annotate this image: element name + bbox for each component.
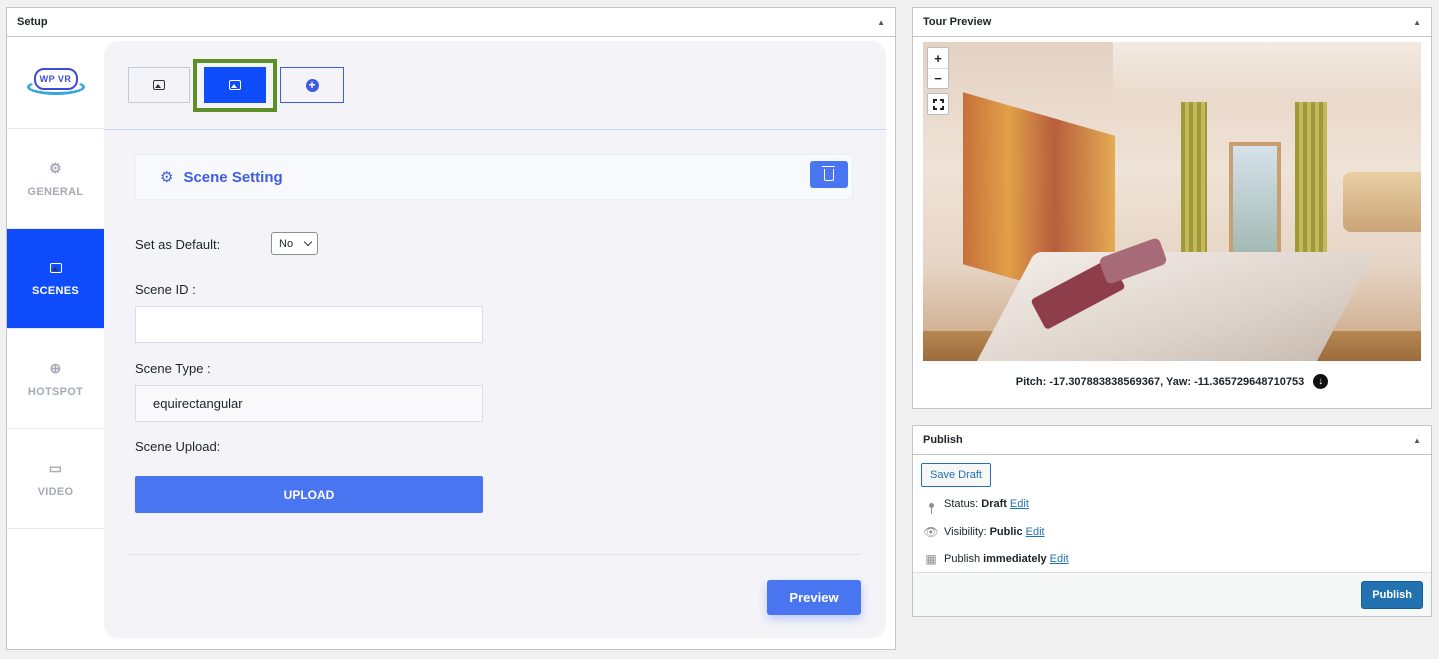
default-select[interactable]: No — [271, 232, 318, 255]
divider — [128, 554, 861, 555]
image-icon — [49, 260, 62, 276]
publish-label: Publish — [944, 553, 981, 565]
status-row: Status: Draft Edit — [923, 497, 1029, 514]
visibility-value: Public — [989, 526, 1023, 538]
publish-metabox: Publish ▲ Save Draft Status: Draft Edit … — [912, 425, 1432, 617]
scene-id-label: Scene ID : — [135, 282, 196, 297]
zoom-out-button[interactable]: − — [928, 68, 948, 88]
side-nav: WP VR ⚙ GENERAL SCENES ⊕ HOTSPOT ▭ VIDEO — [7, 37, 104, 649]
collapse-arrow-icon[interactable]: ▲ — [1413, 436, 1421, 445]
fullscreen-button[interactable] — [927, 93, 949, 115]
scene-type-label: Scene Type : — [135, 361, 211, 376]
scene-id-input[interactable] — [135, 306, 483, 343]
publish-button[interactable]: Publish — [1361, 581, 1423, 609]
default-select-value: No — [279, 237, 294, 250]
pitch-yaw-readout: Pitch: -17.307883838569367, Yaw: -11.365… — [913, 374, 1431, 389]
add-circle-icon: + — [305, 78, 319, 92]
add-scene-tab[interactable]: + — [280, 67, 344, 103]
visibility-row: 👁 Visibility: Public Edit — [923, 525, 1045, 539]
publish-footer: Publish — [913, 572, 1431, 616]
logo-cell: WP VR — [7, 37, 104, 129]
scene-upload-label: Scene Upload: — [135, 439, 221, 454]
nav-item-video[interactable]: ▭ VIDEO — [7, 429, 104, 529]
status-value: Draft — [981, 498, 1007, 510]
scene-setting-title: Scene Setting — [183, 168, 283, 186]
setup-metabox: Setup ▲ WP VR ⚙ GENERAL SCENES ⊕ HOTSPOT — [6, 7, 896, 650]
status-label: Status: — [944, 498, 979, 510]
delete-scene-button[interactable] — [810, 161, 848, 188]
preview-button[interactable]: Preview — [767, 580, 861, 615]
pin-icon — [923, 497, 939, 514]
nav-item-general[interactable]: ⚙ GENERAL — [7, 129, 104, 229]
edit-status-link[interactable]: Edit — [1010, 498, 1029, 510]
edit-schedule-link[interactable]: Edit — [1050, 553, 1069, 565]
fullscreen-icon — [931, 97, 945, 111]
nav-label-scenes: SCENES — [31, 285, 80, 297]
chevron-down-icon — [303, 237, 313, 247]
zoom-controls: + − — [927, 47, 949, 89]
collapse-arrow-icon[interactable]: ▲ — [877, 18, 885, 27]
video-icon: ▭ — [48, 459, 63, 476]
publish-value: immediately — [983, 553, 1047, 565]
crosshair-icon: ⊕ — [49, 359, 62, 376]
scene-tabs: + — [104, 41, 886, 130]
wpvr-logo: WP VR — [26, 67, 85, 98]
scene-tab-2[interactable] — [204, 67, 266, 103]
eye-icon: 👁 — [923, 525, 939, 539]
image-icon — [153, 80, 165, 90]
nav-item-hotspot[interactable]: ⊕ HOTSPOT — [7, 329, 104, 429]
publish-header: Publish ▲ — [913, 426, 1431, 455]
scenes-panel: + ⚙ Scene Setting Set as Default: No Sce… — [104, 41, 886, 638]
visibility-label: Visibility: — [944, 526, 987, 538]
publish-title: Publish — [923, 434, 963, 446]
gear-icon: ⚙ — [49, 159, 62, 176]
arrow-down-icon[interactable]: ↓ — [1313, 374, 1329, 389]
scene-tab-1[interactable] — [128, 67, 190, 103]
tour-preview-metabox: Tour Preview ▲ + − Pitch: -17.3078838385… — [912, 7, 1432, 409]
edit-visibility-link[interactable]: Edit — [1026, 526, 1045, 538]
nav-label-general: GENERAL — [27, 185, 84, 198]
save-draft-button[interactable]: Save Draft — [921, 463, 991, 487]
panorama-viewer[interactable]: + − — [923, 42, 1421, 361]
tour-preview-header: Tour Preview ▲ — [913, 8, 1431, 37]
zoom-in-button[interactable]: + — [928, 48, 948, 68]
calendar-icon: ▦ — [925, 552, 937, 566]
setup-title: Setup — [17, 16, 48, 28]
nav-label-hotspot: HOTSPOT — [27, 385, 84, 398]
upload-button[interactable]: UPLOAD — [135, 476, 483, 513]
scene-type-field: equirectangular — [135, 385, 483, 422]
default-label: Set as Default: — [135, 237, 221, 252]
scene-setting-header: ⚙ Scene Setting — [135, 154, 853, 200]
setup-header: Setup ▲ — [7, 8, 895, 37]
coords-text: Pitch: -17.307883838569367, Yaw: -11.365… — [1015, 375, 1305, 388]
trash-icon — [822, 165, 835, 181]
gear-icon: ⚙ — [160, 169, 174, 186]
nav-label-video: VIDEO — [37, 485, 74, 498]
nav-item-scenes[interactable]: SCENES — [7, 229, 104, 329]
image-icon — [229, 80, 241, 90]
tour-preview-title: Tour Preview — [923, 16, 992, 28]
schedule-row: ▦ Publish immediately Edit — [923, 552, 1069, 566]
collapse-arrow-icon[interactable]: ▲ — [1413, 18, 1421, 27]
